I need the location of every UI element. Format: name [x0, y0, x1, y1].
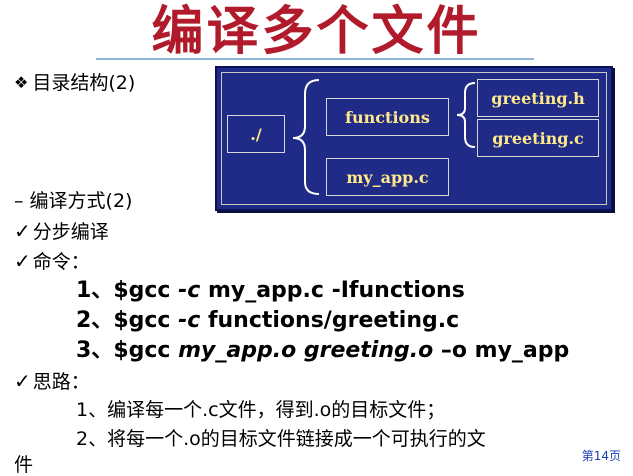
- step-mode-line: ✓ 分步编译: [14, 220, 109, 243]
- diamond-cluster-icon: ❖: [14, 73, 29, 92]
- brace-functions-icon: [456, 82, 476, 148]
- diagram-node-greeting-c: greeting.c: [477, 119, 599, 157]
- command-line-2: 2、$gcc -c functions/greeting.c: [76, 308, 460, 333]
- command-line-1: 1、$gcc -c my_app.c -Ifunctions: [76, 278, 465, 303]
- commands-label: 命令：: [32, 251, 90, 273]
- commands-header: ✓ 命令：: [14, 250, 90, 273]
- slide-title: 编译多个文件: [151, 2, 482, 62]
- checkmark-icon: ✓: [14, 219, 31, 243]
- diagram-node-functions: functions: [326, 98, 449, 136]
- command-line-3: 3、$gcc my_app.o greeting.o –o my_app: [76, 338, 570, 363]
- directory-diagram: ./ functions my_app.c greeting.h greetin…: [215, 66, 613, 211]
- diagram-node-my-app-c: my_app.c: [326, 158, 449, 196]
- thinking-item-2: 2、将每一个.o的目标文件链接成一个可执行的文: [76, 428, 486, 450]
- thinking-header: ✓ 思路：: [14, 370, 90, 393]
- diagram-node-greeting-h: greeting.h: [477, 79, 599, 117]
- thinking-item-1: 1、编译每一个.c文件，得到.o的目标文件；: [76, 399, 446, 421]
- thinking-item-2-wrap: 件: [14, 454, 34, 476]
- thinking-label: 思路：: [32, 371, 90, 393]
- diagram-node-root: ./: [227, 115, 285, 153]
- page-number: 第14页: [581, 449, 621, 463]
- title-underline: [96, 58, 534, 60]
- step-mode-label: 分步编译: [32, 221, 109, 243]
- checkmark-icon: ✓: [14, 249, 31, 273]
- checkmark-icon: ✓: [14, 369, 31, 393]
- brace-root-icon: [292, 79, 320, 195]
- section-directory-label: 目录结构(2): [32, 72, 136, 94]
- section-directory-structure: ❖ 目录结构(2): [14, 72, 135, 94]
- section-compile-method: – 编译方式(2): [14, 190, 133, 212]
